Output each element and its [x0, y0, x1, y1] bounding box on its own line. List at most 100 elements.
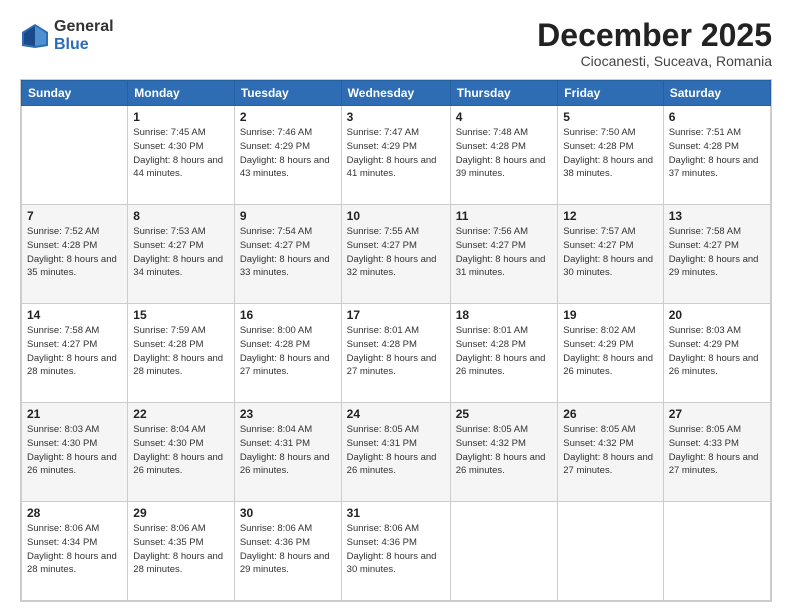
day-cell: 26 Sunrise: 8:05 AM Sunset: 4:32 PM Dayli…	[558, 403, 663, 502]
week-row-2: 14 Sunrise: 7:58 AM Sunset: 4:27 PM Dayli…	[22, 304, 771, 403]
header-cell-friday: Friday	[558, 81, 663, 106]
day-cell: 28 Sunrise: 8:06 AM Sunset: 4:34 PM Dayli…	[22, 502, 128, 601]
logo-text: General Blue	[54, 18, 114, 53]
day-cell: 27 Sunrise: 8:05 AM Sunset: 4:33 PM Dayli…	[663, 403, 770, 502]
day-cell: 13 Sunrise: 7:58 AM Sunset: 4:27 PM Dayli…	[663, 205, 770, 304]
day-cell: 5Sunrise: 7:50 AM Sunset: 4:28 PM Daylig…	[558, 106, 663, 205]
day-number: 26	[563, 407, 657, 421]
calendar-table: SundayMondayTuesdayWednesdayThursdayFrid…	[21, 80, 771, 601]
day-info: Sunrise: 8:00 AM Sunset: 4:28 PM Dayligh…	[240, 324, 336, 379]
day-number: 2	[240, 110, 336, 124]
day-number: 14	[27, 308, 122, 322]
day-number: 11	[456, 209, 553, 223]
day-number: 16	[240, 308, 336, 322]
header-cell-wednesday: Wednesday	[341, 81, 450, 106]
day-cell: 30Sunrise: 8:06 AM Sunset: 4:36 PM Dayli…	[234, 502, 341, 601]
logo-blue: Blue	[54, 36, 114, 54]
day-cell: 16 Sunrise: 8:00 AM Sunset: 4:28 PM Dayli…	[234, 304, 341, 403]
day-number: 20	[669, 308, 765, 322]
day-number: 29	[133, 506, 229, 520]
day-info: Sunrise: 7:57 AM Sunset: 4:27 PM Dayligh…	[563, 225, 657, 280]
day-info: Sunrise: 7:47 AM Sunset: 4:29 PM Dayligh…	[347, 126, 445, 181]
day-cell: 29Sunrise: 8:06 AM Sunset: 4:35 PM Dayli…	[128, 502, 235, 601]
day-cell: 23 Sunrise: 8:04 AM Sunset: 4:31 PM Dayli…	[234, 403, 341, 502]
day-cell	[558, 502, 663, 601]
week-row-0: 1Sunrise: 7:45 AM Sunset: 4:30 PM Daylig…	[22, 106, 771, 205]
day-info: Sunrise: 7:52 AM Sunset: 4:28 PM Dayligh…	[27, 225, 122, 280]
day-cell	[22, 106, 128, 205]
day-info: Sunrise: 8:05 AM Sunset: 4:33 PM Dayligh…	[669, 423, 765, 478]
day-cell: 19Sunrise: 8:02 AM Sunset: 4:29 PM Dayli…	[558, 304, 663, 403]
day-number: 28	[27, 506, 122, 520]
day-number: 27	[669, 407, 765, 421]
day-cell: 9Sunrise: 7:54 AM Sunset: 4:27 PM Daylig…	[234, 205, 341, 304]
calendar-body: 1Sunrise: 7:45 AM Sunset: 4:30 PM Daylig…	[22, 106, 771, 601]
header-cell-saturday: Saturday	[663, 81, 770, 106]
day-number: 19	[563, 308, 657, 322]
week-row-1: 7 Sunrise: 7:52 AM Sunset: 4:28 PM Daylig…	[22, 205, 771, 304]
day-info: Sunrise: 7:54 AM Sunset: 4:27 PM Dayligh…	[240, 225, 336, 280]
day-info: Sunrise: 8:06 AM Sunset: 4:34 PM Dayligh…	[27, 522, 122, 577]
day-cell: 21Sunrise: 8:03 AM Sunset: 4:30 PM Dayli…	[22, 403, 128, 502]
day-cell: 2Sunrise: 7:46 AM Sunset: 4:29 PM Daylig…	[234, 106, 341, 205]
day-info: Sunrise: 8:05 AM Sunset: 4:32 PM Dayligh…	[563, 423, 657, 478]
day-info: Sunrise: 7:58 AM Sunset: 4:27 PM Dayligh…	[669, 225, 765, 280]
day-cell	[663, 502, 770, 601]
day-number: 24	[347, 407, 445, 421]
day-cell: 18Sunrise: 8:01 AM Sunset: 4:28 PM Dayli…	[450, 304, 558, 403]
header-cell-sunday: Sunday	[22, 81, 128, 106]
day-info: Sunrise: 7:51 AM Sunset: 4:28 PM Dayligh…	[669, 126, 765, 181]
day-info: Sunrise: 7:53 AM Sunset: 4:27 PM Dayligh…	[133, 225, 229, 280]
header-cell-tuesday: Tuesday	[234, 81, 341, 106]
header-row: SundayMondayTuesdayWednesdayThursdayFrid…	[22, 81, 771, 106]
day-number: 7	[27, 209, 122, 223]
day-number: 12	[563, 209, 657, 223]
day-number: 15	[133, 308, 229, 322]
location: Ciocanesti, Suceava, Romania	[537, 53, 772, 69]
day-cell: 20Sunrise: 8:03 AM Sunset: 4:29 PM Dayli…	[663, 304, 770, 403]
header-cell-thursday: Thursday	[450, 81, 558, 106]
day-info: Sunrise: 8:01 AM Sunset: 4:28 PM Dayligh…	[347, 324, 445, 379]
day-number: 23	[240, 407, 336, 421]
day-cell: 14 Sunrise: 7:58 AM Sunset: 4:27 PM Dayli…	[22, 304, 128, 403]
day-number: 4	[456, 110, 553, 124]
day-cell: 12 Sunrise: 7:57 AM Sunset: 4:27 PM Dayli…	[558, 205, 663, 304]
day-info: Sunrise: 7:50 AM Sunset: 4:28 PM Dayligh…	[563, 126, 657, 181]
day-cell: 3Sunrise: 7:47 AM Sunset: 4:29 PM Daylig…	[341, 106, 450, 205]
day-cell: 4 Sunrise: 7:48 AM Sunset: 4:28 PM Daylig…	[450, 106, 558, 205]
month-title: December 2025	[537, 18, 772, 53]
day-number: 25	[456, 407, 553, 421]
day-number: 1	[133, 110, 229, 124]
logo: General Blue	[20, 18, 114, 53]
day-number: 30	[240, 506, 336, 520]
day-cell: 31Sunrise: 8:06 AM Sunset: 4:36 PM Dayli…	[341, 502, 450, 601]
day-cell	[450, 502, 558, 601]
header: General Blue December 2025 Ciocanesti, S…	[20, 18, 772, 69]
day-number: 22	[133, 407, 229, 421]
day-cell: 7 Sunrise: 7:52 AM Sunset: 4:28 PM Daylig…	[22, 205, 128, 304]
day-number: 6	[669, 110, 765, 124]
calendar-header: SundayMondayTuesdayWednesdayThursdayFrid…	[22, 81, 771, 106]
logo-general: General	[54, 18, 114, 36]
logo-icon	[20, 22, 50, 50]
day-info: Sunrise: 7:58 AM Sunset: 4:27 PM Dayligh…	[27, 324, 122, 379]
week-row-4: 28 Sunrise: 8:06 AM Sunset: 4:34 PM Dayli…	[22, 502, 771, 601]
day-cell: 25Sunrise: 8:05 AM Sunset: 4:32 PM Dayli…	[450, 403, 558, 502]
day-number: 31	[347, 506, 445, 520]
day-info: Sunrise: 7:48 AM Sunset: 4:28 PM Dayligh…	[456, 126, 553, 181]
day-info: Sunrise: 8:05 AM Sunset: 4:31 PM Dayligh…	[347, 423, 445, 478]
day-info: Sunrise: 8:04 AM Sunset: 4:30 PM Dayligh…	[133, 423, 229, 478]
day-number: 21	[27, 407, 122, 421]
week-row-3: 21Sunrise: 8:03 AM Sunset: 4:30 PM Dayli…	[22, 403, 771, 502]
day-cell: 17Sunrise: 8:01 AM Sunset: 4:28 PM Dayli…	[341, 304, 450, 403]
day-info: Sunrise: 8:01 AM Sunset: 4:28 PM Dayligh…	[456, 324, 553, 379]
day-number: 8	[133, 209, 229, 223]
day-number: 13	[669, 209, 765, 223]
day-info: Sunrise: 7:55 AM Sunset: 4:27 PM Dayligh…	[347, 225, 445, 280]
calendar: SundayMondayTuesdayWednesdayThursdayFrid…	[20, 79, 772, 602]
day-cell: 1Sunrise: 7:45 AM Sunset: 4:30 PM Daylig…	[128, 106, 235, 205]
day-cell: 24 Sunrise: 8:05 AM Sunset: 4:31 PM Dayli…	[341, 403, 450, 502]
day-info: Sunrise: 8:04 AM Sunset: 4:31 PM Dayligh…	[240, 423, 336, 478]
header-cell-monday: Monday	[128, 81, 235, 106]
day-cell: 8 Sunrise: 7:53 AM Sunset: 4:27 PM Daylig…	[128, 205, 235, 304]
